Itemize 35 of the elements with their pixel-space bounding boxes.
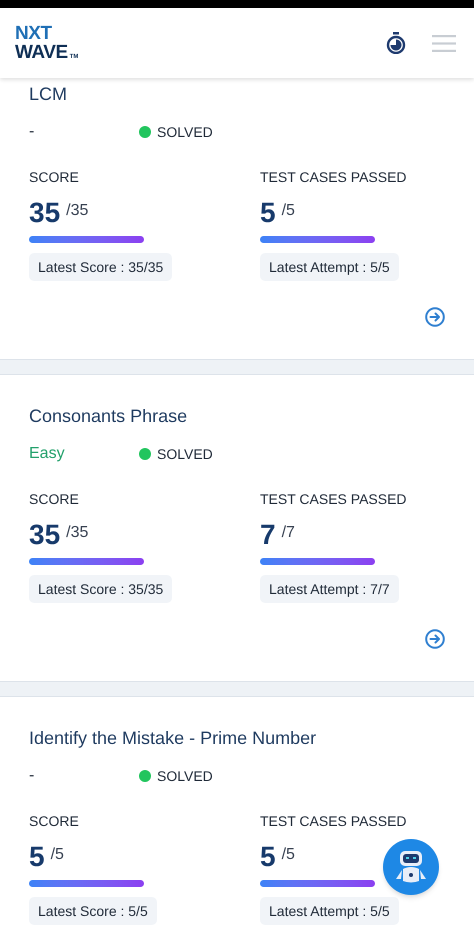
problem-title: Consonants Phrase [29, 405, 188, 428]
metric-total: /35 [66, 523, 88, 543]
difficulty-text: - [29, 122, 36, 142]
latest-attempt-chip: Latest Attempt : 5/5 [260, 253, 399, 281]
metric-total: /5 [282, 845, 295, 865]
logo-text: NXT [15, 24, 53, 43]
difficulty-text: Easy [29, 444, 66, 464]
metric-label: SCORE [29, 490, 79, 509]
status-text: SOLVED [157, 122, 213, 142]
status-text: SOLVED [157, 444, 213, 464]
metric-label: TEST CASES PASSED [260, 490, 407, 509]
status-text: SOLVED [157, 766, 213, 786]
difficulty-text: - [29, 766, 36, 786]
latest-score-chip: Latest Score : 35/35 [29, 575, 172, 603]
latest-attempt-chip: Latest Attempt : 7/7 [260, 575, 399, 603]
problem-title: LCM [29, 83, 68, 106]
metric-total: /7 [282, 523, 295, 543]
latest-score-chip: Latest Score : 5/5 [29, 897, 157, 925]
metric-value: 5 [260, 840, 276, 874]
metric-total: /5 [50, 845, 64, 865]
metric-total: /35 [66, 201, 88, 221]
metric-label: SCORE [29, 812, 79, 831]
latest-attempt-chip: Latest Attempt : 5/5 [260, 897, 399, 925]
metric-label: SCORE [29, 168, 79, 187]
metric-value: 5 [260, 196, 276, 230]
metric-value: 5 [29, 840, 45, 874]
metric-value: 35 [29, 518, 60, 552]
metric-label: TEST CASES PASSED [260, 812, 407, 831]
metric-value: 7 [260, 518, 276, 552]
problem-title: Identify the Mistake - Prime Number [29, 727, 318, 750]
metric-total: /5 [282, 201, 295, 221]
logo-text: WAVE [15, 43, 68, 62]
latest-score-chip: Latest Score : 35/35 [29, 253, 172, 281]
metric-label: TEST CASES PASSED [260, 168, 407, 187]
metric-value: 35 [29, 196, 60, 230]
